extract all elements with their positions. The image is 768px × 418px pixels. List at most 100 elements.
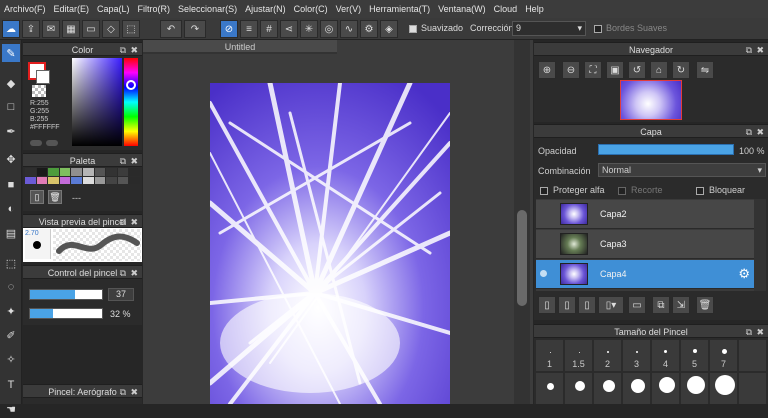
layer-row[interactable]: Capa4 ⚙	[536, 260, 754, 289]
curve-snap-icon[interactable]: ∿	[340, 20, 358, 38]
brush-size-cell[interactable]	[536, 373, 563, 404]
select-eraser-icon[interactable]: ✧	[2, 350, 20, 368]
fit-icon[interactable]: ⛶	[584, 61, 602, 79]
brush-size-cell[interactable]: 4	[652, 340, 679, 371]
vanish-snap-icon[interactable]: ⋖	[280, 20, 298, 38]
palette-swatch[interactable]	[106, 168, 117, 176]
canvas-tab[interactable]: Untitled	[143, 40, 337, 54]
palette-swatch[interactable]	[129, 168, 140, 176]
brush-size-cell[interactable]	[652, 373, 679, 404]
rotate-right-icon[interactable]: ↻	[672, 61, 690, 79]
menu-help[interactable]: Help	[521, 4, 548, 14]
close-icon[interactable]: ✖	[756, 125, 764, 139]
lasso-icon[interactable]: ◌	[2, 278, 20, 296]
brush-size-cell[interactable]: 1	[536, 340, 563, 371]
text-icon[interactable]: T	[2, 376, 20, 394]
duplicate-layer-icon[interactable]: ⧉	[652, 296, 670, 314]
palette-swatch[interactable]	[117, 168, 129, 176]
layer-scrollbar[interactable]	[754, 199, 766, 291]
close-icon[interactable]: ✖	[130, 43, 138, 57]
brush-size-cell[interactable]: 7	[710, 340, 737, 371]
pen-icon[interactable]: ✒	[2, 122, 20, 140]
palette-swatch[interactable]	[59, 168, 71, 176]
close-icon[interactable]: ✖	[130, 266, 138, 280]
canvas-scrollbar[interactable]	[514, 40, 530, 404]
brush-size-cell[interactable]: 2	[594, 340, 621, 371]
selection-icon[interactable]: ⬚	[122, 20, 140, 38]
shape-icon[interactable]: □	[2, 98, 20, 116]
eraser-icon[interactable]: ◆	[2, 74, 20, 92]
palette-swatch[interactable]	[117, 176, 129, 184]
options-snap-icon[interactable]: ◈	[380, 20, 398, 38]
color-mode-button[interactable]	[30, 140, 42, 146]
palette-swatch[interactable]	[94, 168, 106, 176]
radial-snap-icon[interactable]: ✳	[300, 20, 318, 38]
menu-ajustar[interactable]: Ajustar(N)	[241, 4, 290, 14]
menu-archivo[interactable]: Archivo(F)	[0, 4, 50, 14]
float-icon[interactable]: ⧉	[120, 43, 126, 57]
rotate-left-icon[interactable]: ↺	[628, 61, 646, 79]
zoom-in-icon[interactable]: ⊕	[538, 61, 556, 79]
canvas-artwork[interactable]	[210, 83, 450, 404]
brush-size-cell[interactable]	[710, 373, 737, 404]
menu-cloud[interactable]: Cloud	[490, 4, 522, 14]
menu-herramienta[interactable]: Herramienta(T)	[365, 4, 434, 14]
close-icon[interactable]: ✖	[756, 43, 764, 57]
float-icon[interactable]: ⧉	[120, 215, 126, 229]
brush-size-cell[interactable]: 1.5	[565, 340, 592, 371]
export-icon[interactable]: ⇪	[22, 20, 40, 38]
hue-slider[interactable]	[124, 58, 138, 146]
new-layer-menu-icon[interactable]: ▯▾	[598, 296, 624, 314]
settings-snap-icon[interactable]: ⚙	[360, 20, 378, 38]
brush-opacity-slider[interactable]	[29, 308, 103, 319]
brush-size-cell[interactable]: 3	[623, 340, 650, 371]
brush-size-cell[interactable]: 5	[681, 340, 708, 371]
float-icon[interactable]: ⧉	[746, 43, 752, 57]
navigator-thumbnail[interactable]	[620, 80, 682, 120]
float-icon[interactable]: ⧉	[120, 154, 126, 168]
palette-swatch[interactable]	[36, 176, 48, 184]
brush-size-value[interactable]: 37	[108, 288, 134, 301]
folder-icon[interactable]: ▭	[628, 296, 646, 314]
select-icon[interactable]: ⬚	[2, 254, 20, 272]
transparent-swatch[interactable]	[32, 85, 46, 97]
eye-icon[interactable]	[540, 270, 547, 277]
correction-select[interactable]: 9 ▾	[512, 21, 586, 36]
merge-layer-icon[interactable]: ⇲	[672, 296, 690, 314]
brush-size-cell[interactable]	[739, 340, 766, 371]
palette-swatch[interactable]	[71, 176, 82, 184]
background-color-swatch[interactable]	[36, 70, 50, 84]
reset-view-icon[interactable]: ⌂	[650, 61, 668, 79]
blend-mode-select[interactable]: Normal ▾	[598, 163, 766, 177]
close-icon[interactable]: ✖	[130, 154, 138, 168]
color-mode-button-2[interactable]	[46, 140, 58, 146]
menu-capa[interactable]: Capa(L)	[93, 4, 134, 14]
menu-seleccionar[interactable]: Seleccionar(S)	[174, 4, 241, 14]
palette-swatch[interactable]	[36, 168, 48, 176]
transform-icon[interactable]: ◇	[102, 20, 120, 38]
gear-icon[interactable]: ⚙	[738, 266, 750, 282]
menu-color[interactable]: Color(C)	[290, 4, 332, 14]
palette-swatch[interactable]	[83, 176, 94, 184]
trash-icon[interactable]: 🗑	[48, 190, 62, 204]
grid-icon[interactable]: ▦	[62, 20, 80, 38]
hand-icon[interactable]: ☚	[2, 400, 20, 418]
float-icon[interactable]: ⧉	[120, 385, 126, 399]
menu-ventana[interactable]: Ventana(W)	[434, 4, 490, 14]
lock-checkbox[interactable]	[696, 185, 707, 195]
palette-swatch[interactable]	[25, 168, 36, 176]
layer-opacity-slider[interactable]	[598, 144, 734, 155]
redo-icon[interactable]: ↷	[184, 20, 206, 38]
palette-swatch[interactable]	[48, 168, 59, 176]
move-icon[interactable]: ✥	[2, 150, 20, 168]
brush-size-cell[interactable]	[681, 373, 708, 404]
layer-row[interactable]: Capa2	[536, 200, 754, 229]
palette-swatch[interactable]	[48, 176, 59, 184]
close-icon[interactable]: ✖	[130, 385, 138, 399]
select-pen-icon[interactable]: ✐	[2, 326, 20, 344]
saturation-square[interactable]	[72, 58, 122, 146]
comment-icon[interactable]: ✉	[42, 20, 60, 38]
no-snap-icon[interactable]: ⊘	[220, 20, 238, 38]
brush-size-slider[interactable]	[29, 289, 103, 300]
new-layer-icon[interactable]: ▯	[538, 296, 556, 314]
